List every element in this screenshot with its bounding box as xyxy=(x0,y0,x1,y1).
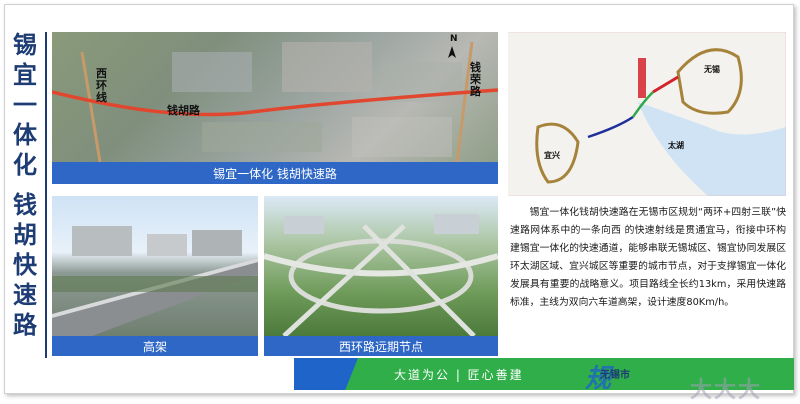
qianrong-label: 钱荣路 xyxy=(470,61,481,98)
title-divider xyxy=(45,32,47,358)
watermark: 大大大 xyxy=(690,378,763,403)
title-char: 胡 xyxy=(13,220,37,249)
wuxi-label: 无锡 xyxy=(704,65,720,74)
interchange-photo xyxy=(264,196,498,336)
title-char: 一 xyxy=(13,90,37,119)
title-char: 路 xyxy=(13,310,37,339)
title-char: 化 xyxy=(13,150,37,179)
yixing-label: 宜兴 xyxy=(544,151,560,160)
title-char: 宜 xyxy=(13,60,37,89)
xihuan-label: 西环线 xyxy=(96,67,107,104)
interchange-art xyxy=(264,214,498,336)
vertical-title: 锡 宜 一 体 化 钱 胡 快 速 路 xyxy=(10,30,40,340)
qianhu-road-line xyxy=(52,88,498,117)
elevated-road-photo xyxy=(52,196,258,336)
route-map-art xyxy=(508,32,786,196)
interchange-caption: 西环路远期节点 xyxy=(264,336,498,356)
logo-org: 无锡市 xyxy=(600,370,630,381)
elevated-caption: 高架 xyxy=(52,336,258,356)
taihu-label: 太湖 xyxy=(668,141,684,150)
aerial-overlay xyxy=(52,41,498,162)
aerial-caption: 锡宜一体化 钱胡快速路 xyxy=(52,162,498,184)
title-char: 钱 xyxy=(13,190,37,219)
banner-slogan: 大道为公 | 匠心善建 xyxy=(394,368,524,382)
title-char: 锡 xyxy=(13,30,37,59)
qianhu-label: 钱胡路 xyxy=(167,104,200,117)
title-char: 体 xyxy=(13,120,37,149)
route-red xyxy=(652,75,679,94)
north-label: N xyxy=(450,34,458,44)
route-label-tag xyxy=(638,58,646,98)
aerial-photo: 西环线 钱胡路 钱荣路 N xyxy=(52,32,498,162)
project-description: 锡宜一体化钱胡快速路在无锡市区规划“两环+四射三联”快速路网体系中的一条向西 的… xyxy=(510,207,786,308)
route-map: 无锡 宜兴 太湖 xyxy=(508,32,786,196)
title-char: 速 xyxy=(13,280,37,309)
banner-blue-block xyxy=(294,358,358,390)
elevated-photo-art xyxy=(52,226,258,336)
north-arrow-icon xyxy=(448,46,456,58)
title-char: 快 xyxy=(13,250,37,279)
route-blue xyxy=(587,115,634,139)
wuxi-ring xyxy=(676,48,743,115)
